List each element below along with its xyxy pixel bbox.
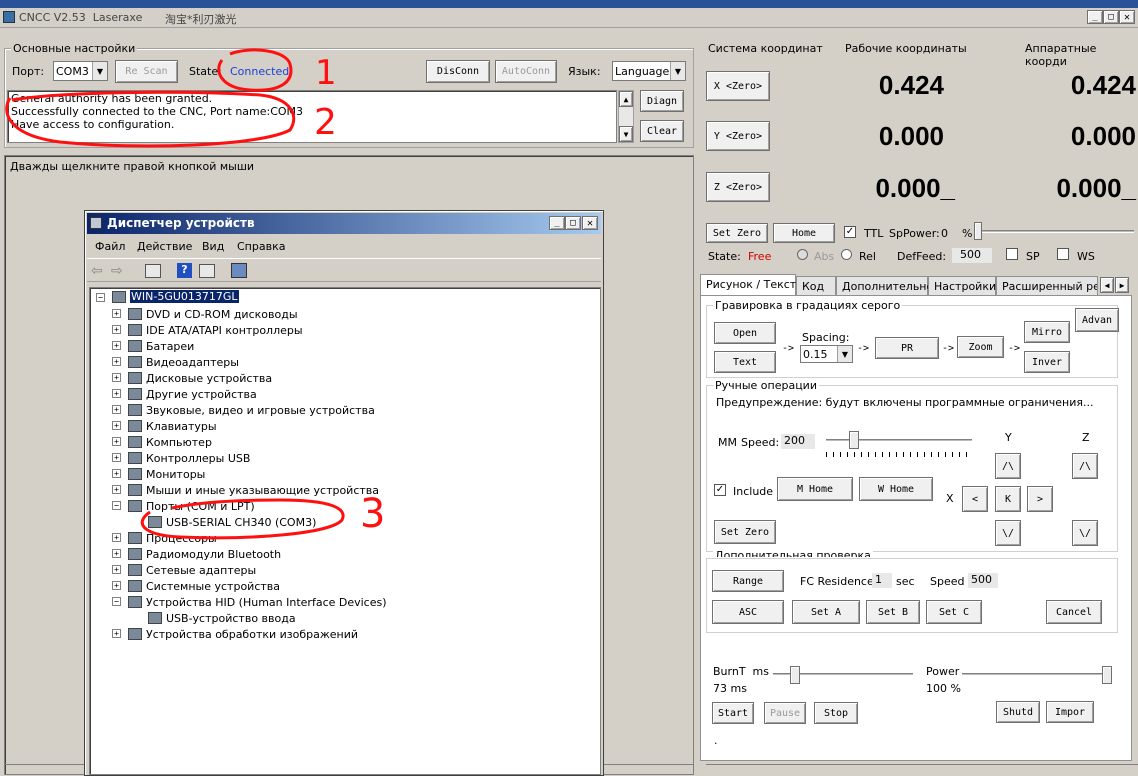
annotation-circle-1 bbox=[217, 48, 293, 92]
annotation-3: 3 bbox=[360, 491, 385, 537]
annotation-circle-2 bbox=[5, 90, 296, 148]
annotation-2: 2 bbox=[314, 102, 337, 143]
annotation-circle-3 bbox=[140, 498, 345, 540]
annotation-layer: 1 2 3 bbox=[5, 48, 385, 540]
annotation-1: 1 bbox=[315, 53, 337, 93]
